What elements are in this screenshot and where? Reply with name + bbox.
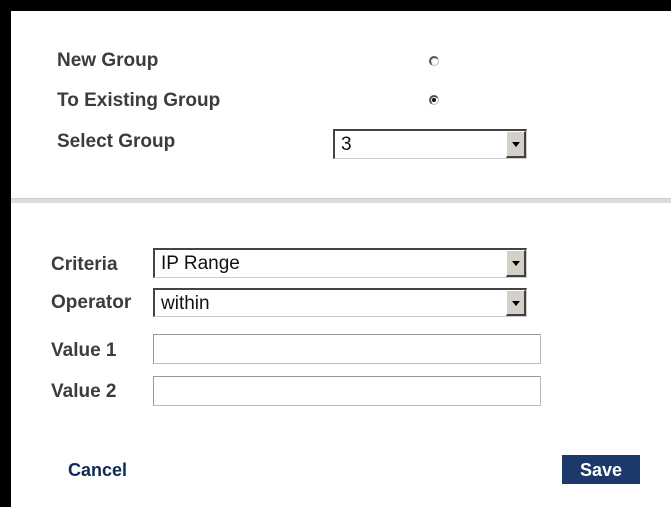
value2-label: Value 2 bbox=[51, 381, 117, 402]
cancel-link[interactable]: Cancel bbox=[68, 460, 127, 481]
new-group-radio[interactable] bbox=[429, 56, 439, 66]
chevron-down-icon bbox=[512, 142, 520, 147]
window-frame-top bbox=[0, 0, 671, 11]
existing-group-label: To Existing Group bbox=[57, 90, 221, 111]
chevron-down-icon bbox=[512, 261, 520, 266]
section-divider bbox=[11, 198, 671, 203]
criteria-dropdown[interactable]: IP Range bbox=[153, 248, 527, 278]
operator-value: within bbox=[161, 293, 210, 314]
criteria-dropdown-button[interactable] bbox=[506, 250, 526, 277]
window-frame-left bbox=[0, 0, 11, 507]
value1-input[interactable] bbox=[153, 334, 541, 364]
select-group-value: 3 bbox=[341, 134, 352, 155]
operator-label: Operator bbox=[51, 292, 132, 313]
save-button[interactable]: Save bbox=[562, 455, 640, 484]
select-group-label: Select Group bbox=[57, 131, 176, 152]
radio-selected-dot bbox=[432, 98, 436, 102]
existing-group-radio[interactable] bbox=[429, 95, 439, 105]
value2-input[interactable] bbox=[153, 376, 541, 406]
select-group-dropdown[interactable]: 3 bbox=[333, 129, 527, 159]
operator-dropdown-button[interactable] bbox=[506, 290, 526, 316]
value1-label: Value 1 bbox=[51, 340, 117, 361]
operator-dropdown[interactable]: within bbox=[153, 288, 527, 317]
new-group-label: New Group bbox=[57, 50, 159, 71]
select-group-dropdown-button[interactable] bbox=[506, 131, 526, 158]
chevron-down-icon bbox=[512, 300, 520, 306]
criteria-label: Criteria bbox=[51, 254, 118, 275]
criteria-value: IP Range bbox=[161, 253, 240, 274]
